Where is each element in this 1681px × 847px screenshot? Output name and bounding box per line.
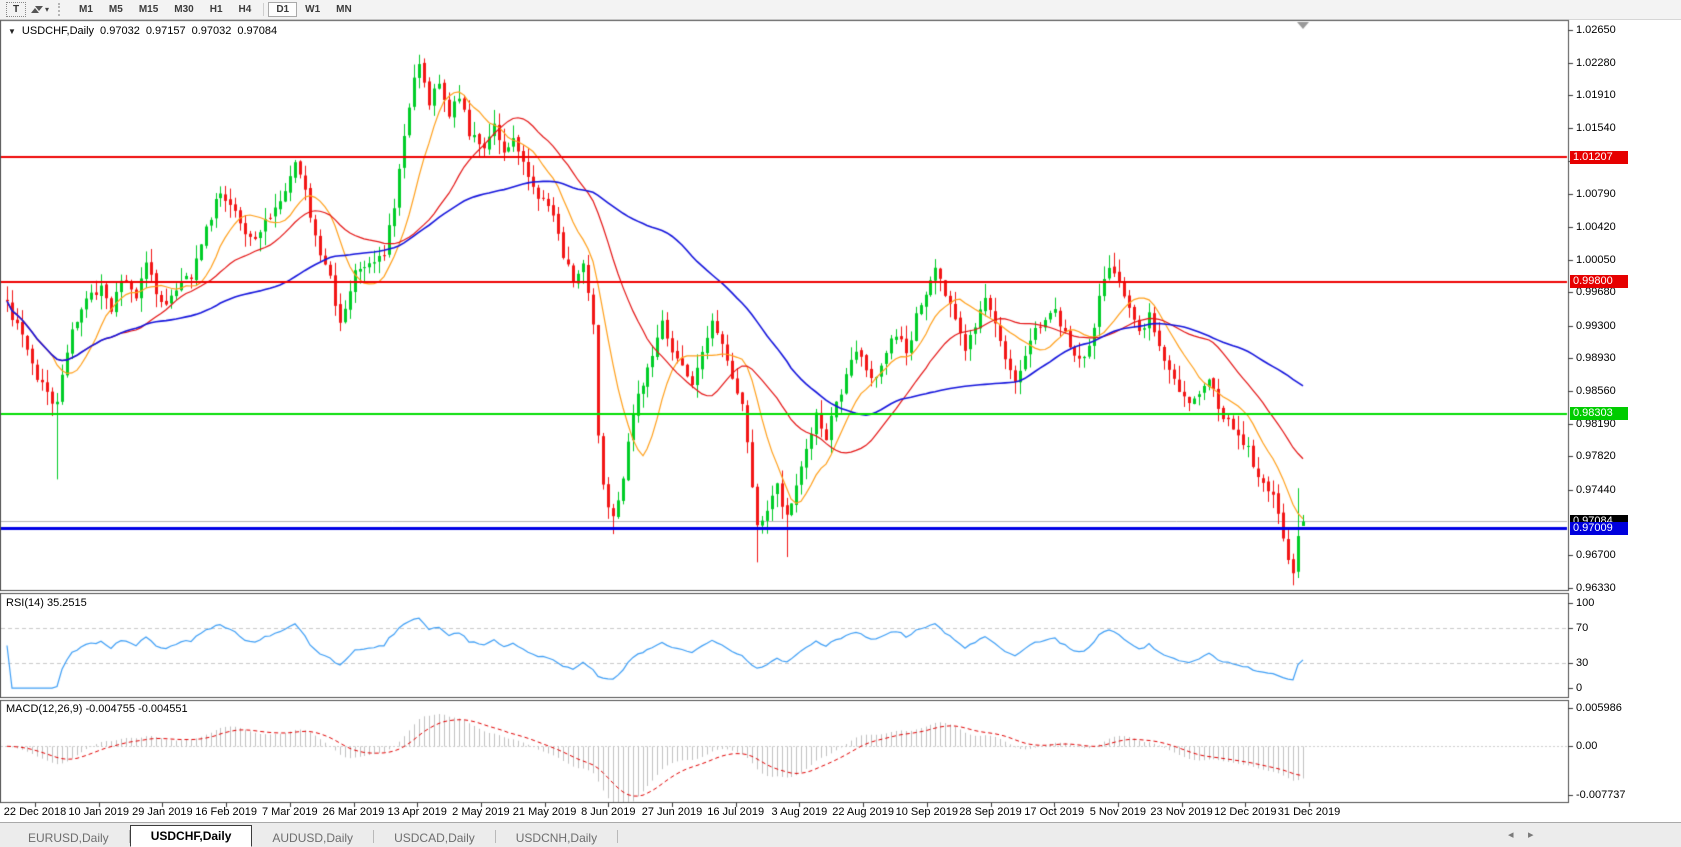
rsi-indicator-label: RSI(14) 35.2515 <box>6 597 87 609</box>
symbol-dropdown-icon[interactable]: ▼ <box>8 27 16 36</box>
chart-canvas[interactable] <box>0 0 1681 846</box>
date-tick-label: 13 Apr 2019 <box>388 806 447 818</box>
date-tick-label: 28 Sep 2019 <box>959 806 1021 818</box>
ohlc-high: 0.97157 <box>146 25 186 37</box>
date-tick-label: 12 Dec 2019 <box>1214 806 1276 818</box>
date-tick-label: 2 May 2019 <box>452 806 509 818</box>
price-tick-label: 1.00790 <box>1576 188 1616 200</box>
price-tick-label: 1.02650 <box>1576 24 1616 36</box>
symbol-label: USDCHF,Daily <box>22 25 94 37</box>
chart-tab-usdchf[interactable]: USDCHF,Daily <box>130 825 253 847</box>
price-tick-label: 0.98560 <box>1576 385 1616 397</box>
date-tick-label: 26 Mar 2019 <box>323 806 385 818</box>
chart-tab-usdcad[interactable]: USDCAD,Daily <box>374 828 495 847</box>
price-tick-label: 0.96330 <box>1576 582 1616 594</box>
ohlc-open: 0.97032 <box>100 25 140 37</box>
macd-tick-label: -0.007737 <box>1576 789 1626 801</box>
price-badge: 0.98303 <box>1570 407 1628 420</box>
date-tick-label: 3 Aug 2019 <box>772 806 828 818</box>
date-tick-label: 16 Feb 2019 <box>195 806 257 818</box>
price-tick-label: 0.99300 <box>1576 320 1616 332</box>
chart-symbol-header[interactable]: ▼ USDCHF,Daily 0.97032 0.97157 0.97032 0… <box>8 25 277 37</box>
price-tick-label: 1.01540 <box>1576 122 1616 134</box>
ohlc-low: 0.97032 <box>192 25 232 37</box>
macd-indicator-label: MACD(12,26,9) -0.004755 -0.004551 <box>6 703 188 715</box>
rsi-tick-label: 70 <box>1576 622 1588 634</box>
chart-tab-eurusd[interactable]: EURUSD,Daily <box>8 828 129 847</box>
date-tick-label: 16 Jul 2019 <box>707 806 764 818</box>
date-tick-label: 27 Jun 2019 <box>642 806 703 818</box>
ohlc-close: 0.97084 <box>237 25 277 37</box>
chart-tab-audusd[interactable]: AUDUSD,Daily <box>252 828 373 847</box>
rsi-tick-label: 100 <box>1576 597 1594 609</box>
chart-tab-bar: EURUSD,DailyUSDCHF,DailyAUDUSD,DailyUSDC… <box>0 822 1681 847</box>
price-tick-label: 1.01910 <box>1576 89 1616 101</box>
date-tick-label: 5 Nov 2019 <box>1090 806 1146 818</box>
date-tick-label: 10 Sep 2019 <box>896 806 958 818</box>
price-tick-label: 1.00420 <box>1576 221 1616 233</box>
date-tick-label: 21 May 2019 <box>513 806 577 818</box>
date-tick-label: 29 Jan 2019 <box>132 806 193 818</box>
date-tick-label: 22 Aug 2019 <box>832 806 894 818</box>
date-tick-label: 31 Dec 2019 <box>1278 806 1340 818</box>
date-tick-label: 8 Jun 2019 <box>581 806 635 818</box>
price-badge: 0.99800 <box>1570 275 1628 288</box>
price-tick-label: 1.02280 <box>1576 57 1616 69</box>
date-tick-label: 10 Jan 2019 <box>68 806 129 818</box>
tab-scroll-left-icon[interactable]: ◂ <box>1508 829 1514 841</box>
price-badge: 0.97009 <box>1570 522 1628 535</box>
rsi-tick-label: 0 <box>1576 682 1582 694</box>
date-tick-label: 22 Dec 2018 <box>4 806 66 818</box>
chart-tab-usdcnh[interactable]: USDCNH,Daily <box>496 828 617 847</box>
date-tick-label: 17 Oct 2019 <box>1024 806 1084 818</box>
date-tick-label: 7 Mar 2019 <box>262 806 318 818</box>
price-tick-label: 0.98930 <box>1576 352 1616 364</box>
tab-scroll-right-icon[interactable]: ▸ <box>1528 829 1534 841</box>
date-tick-label: 23 Nov 2019 <box>1150 806 1212 818</box>
price-tick-label: 0.97820 <box>1576 450 1616 462</box>
price-tick-label: 0.96700 <box>1576 549 1616 561</box>
price-tick-label: 0.97440 <box>1576 484 1616 496</box>
price-tick-label: 1.00050 <box>1576 254 1616 266</box>
macd-tick-label: 0.005986 <box>1576 702 1622 714</box>
macd-tick-label: 0.00 <box>1576 740 1597 752</box>
price-badge: 1.01207 <box>1570 151 1628 164</box>
rsi-tick-label: 30 <box>1576 657 1588 669</box>
